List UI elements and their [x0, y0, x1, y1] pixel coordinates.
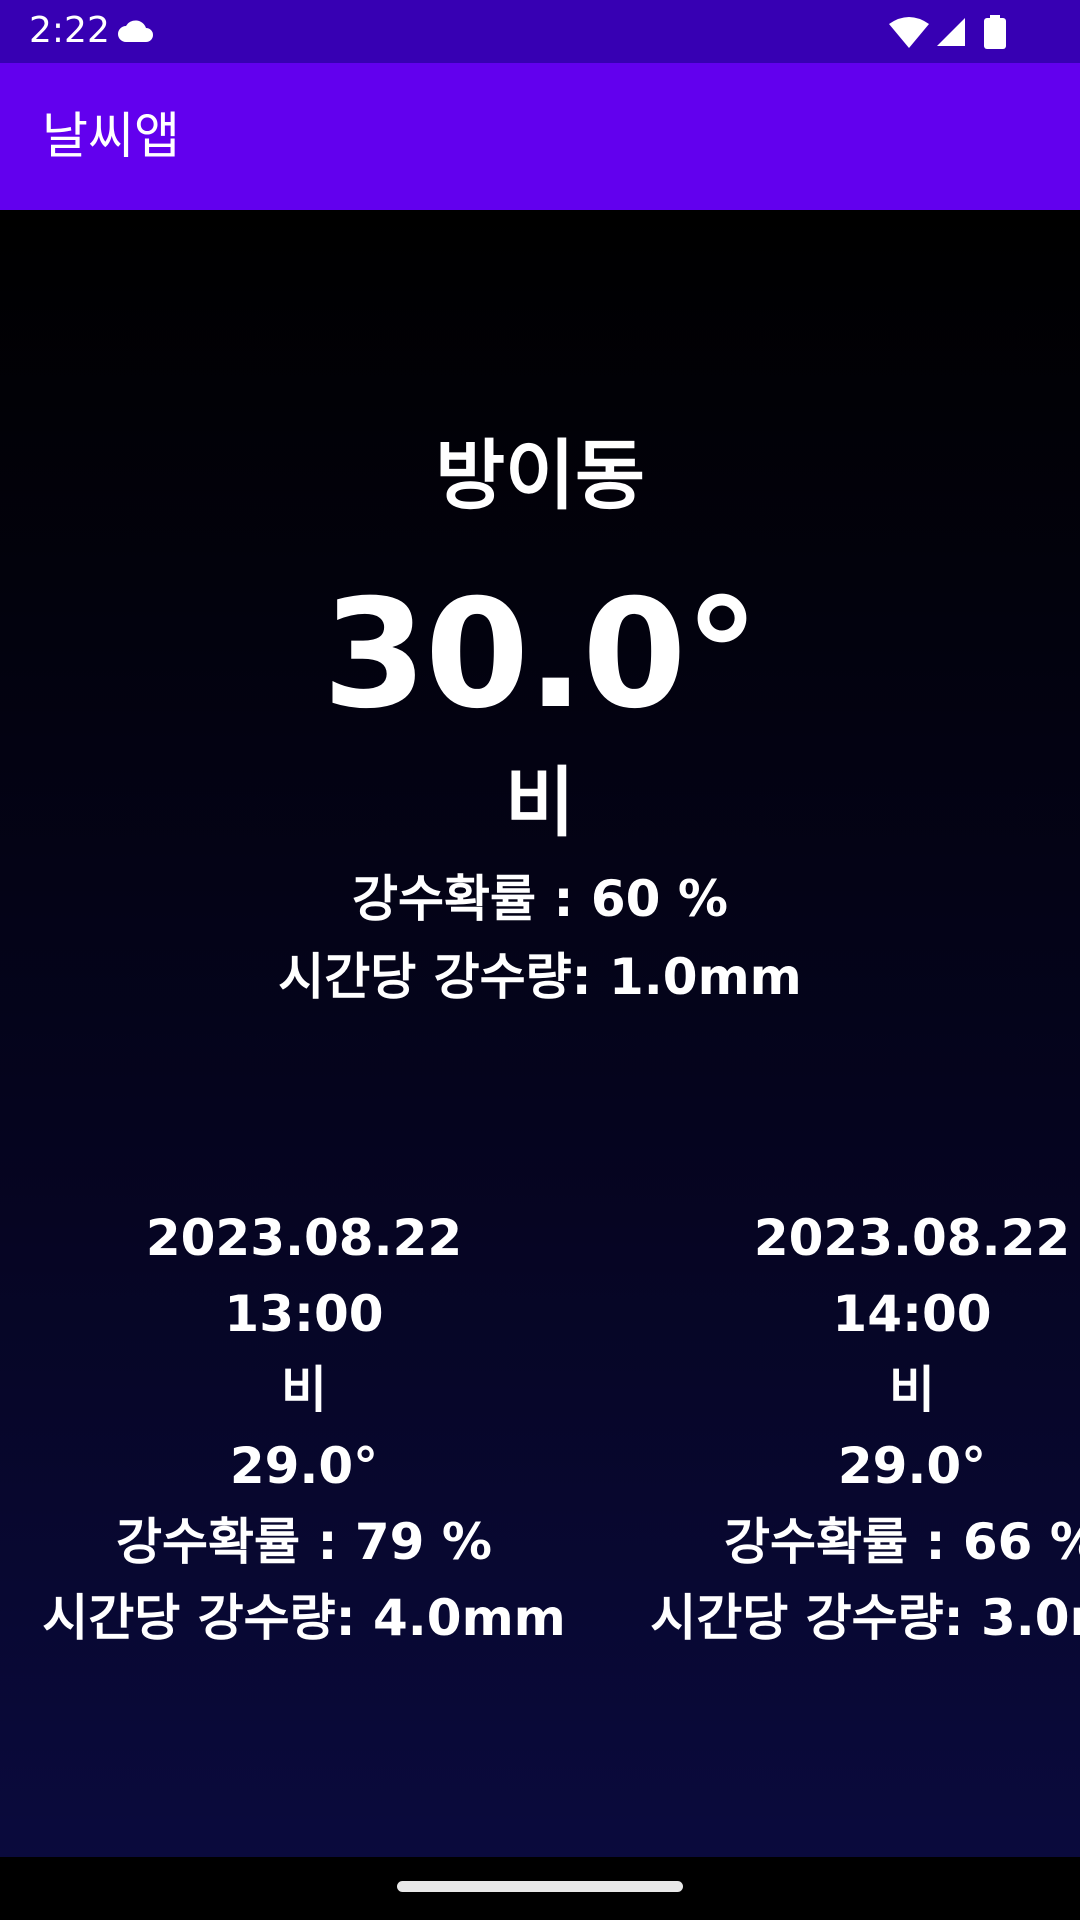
status-time: 2:22 — [29, 10, 110, 51]
forecast-precip-probability: 강수확률 : 66 % — [724, 1513, 1080, 1571]
forecast-date: 2023.08.22 — [145, 1209, 463, 1267]
forecast-temperature: 29.0° — [229, 1437, 379, 1495]
forecast-card: 2023.08.22 14:00 비 29.0° 강수확률 : 66 % 시간당… — [612, 1200, 1080, 1670]
battery-icon — [984, 0, 1006, 63]
navigation-bar — [0, 1857, 1080, 1920]
forecast-hourly-precip: 시간당 강수량: 3.0mm — [650, 1589, 1080, 1647]
current-temperature: 30.0° — [322, 568, 759, 742]
forecast-precip-probability: 강수확률 : 79 % — [116, 1513, 492, 1571]
forecast-date: 2023.08.22 — [753, 1209, 1071, 1267]
current-precip-probability: 강수확률 : 60 % — [352, 870, 728, 928]
forecast-time: 13:00 — [224, 1285, 384, 1343]
forecast-hourly-precip: 시간당 강수량: 4.0mm — [42, 1589, 566, 1647]
forecast-time: 14:00 — [832, 1285, 992, 1343]
wifi-icon — [889, 0, 929, 63]
app-title: 날씨앱 — [42, 107, 180, 165]
forecast-temperature: 29.0° — [837, 1437, 987, 1495]
home-gesture-handle[interactable] — [397, 1881, 683, 1892]
forecast-card: 2023.08.22 13:00 비 29.0° 강수확률 : 79 % 시간당… — [4, 1200, 604, 1670]
app-bar: 날씨앱 — [0, 63, 1080, 210]
location-name: 방이동 — [435, 431, 645, 520]
cellular-signal-icon — [935, 0, 967, 63]
forecast-condition: 비 — [889, 1361, 935, 1419]
status-bar: 2:22 — [0, 0, 1080, 63]
current-hourly-precip: 시간당 강수량: 1.0mm — [278, 948, 802, 1006]
weather-content: 방이동 30.0° 비 강수확률 : 60 % 시간당 강수량: 1.0mm 2… — [0, 210, 1080, 1857]
cloud-icon — [117, 0, 155, 63]
forecast-condition: 비 — [281, 1361, 327, 1419]
current-condition: 비 — [505, 758, 575, 847]
